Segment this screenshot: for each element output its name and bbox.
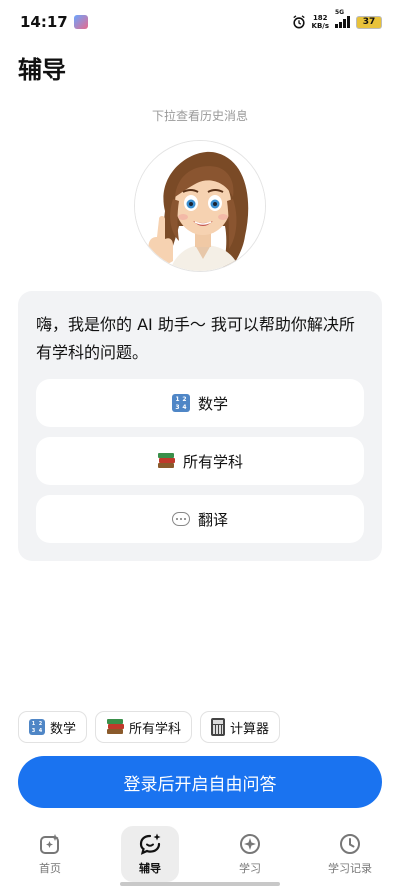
option-label: 所有学科	[182, 452, 243, 471]
login-to-ask-button[interactable]: 登录后开启自由问答	[18, 756, 382, 808]
books-icon	[106, 719, 125, 735]
chat-sparkle-icon	[139, 833, 161, 855]
tab-label: 学习	[239, 862, 261, 875]
clock-icon	[340, 834, 360, 854]
greeting-text: 嗨，我是你的 AI 助手～ 我可以帮助你解决所有学科的问题。	[36, 315, 355, 362]
numbers-icon: 1234	[29, 719, 45, 735]
assistant-avatar-illustration	[135, 141, 265, 271]
net-speed: 182 KB/s	[311, 14, 329, 30]
chip-all-subjects[interactable]: 所有学科	[95, 711, 193, 743]
tab-label: 辅导	[139, 862, 161, 875]
compass-icon	[240, 834, 260, 854]
home-indicator[interactable]	[120, 882, 280, 886]
tab-home[interactable]: 首页	[21, 826, 79, 882]
signal-icon: 5G	[335, 9, 350, 28]
option-label: 翻译	[197, 510, 228, 529]
battery-icon: 37	[356, 15, 382, 29]
chip-label: 数学	[50, 721, 77, 737]
calculator-icon	[211, 718, 226, 736]
chip-label: 计算器	[230, 721, 270, 737]
history-hint[interactable]: 下拉查看历史消息	[0, 107, 400, 124]
option-label: 数学	[197, 394, 228, 413]
assistant-avatar	[134, 140, 266, 272]
books-icon	[157, 453, 175, 469]
chip-math[interactable]: 1234 数学	[18, 711, 88, 743]
tab-label: 学习记录	[328, 862, 372, 875]
tab-study-records[interactable]: 学习记录	[321, 826, 379, 882]
alarm-icon	[292, 15, 305, 29]
page-title: 辅导	[18, 56, 66, 84]
tab-tutoring[interactable]: 辅导	[121, 826, 179, 882]
status-time: 14:17	[20, 13, 68, 31]
chip-calculator[interactable]: 计算器	[200, 711, 281, 743]
status-bar: 14:17 182 KB/s 5G 37	[0, 0, 400, 44]
chip-label: 所有学科	[129, 721, 182, 737]
option-math-button[interactable]: 1234 数学	[36, 379, 364, 427]
option-translate-button[interactable]: 翻译	[36, 495, 364, 543]
numbers-icon: 1234	[171, 394, 190, 412]
bottom-tab-bar: 首页 辅导 学习 学习记录	[0, 824, 400, 884]
tab-study[interactable]: 学习	[221, 826, 279, 882]
app-notification-icon	[73, 15, 88, 29]
greeting-card: 嗨，我是你的 AI 助手～ 我可以帮助你解决所有学科的问题。 1234 数学 所…	[18, 291, 382, 561]
option-all-subjects-button[interactable]: 所有学科	[36, 437, 364, 485]
quick-chips: 1234 数学 所有学科 计算器	[18, 711, 281, 743]
home-sparkle-icon	[40, 834, 59, 854]
tab-label: 首页	[39, 862, 61, 875]
speech-bubble-icon	[171, 512, 190, 526]
